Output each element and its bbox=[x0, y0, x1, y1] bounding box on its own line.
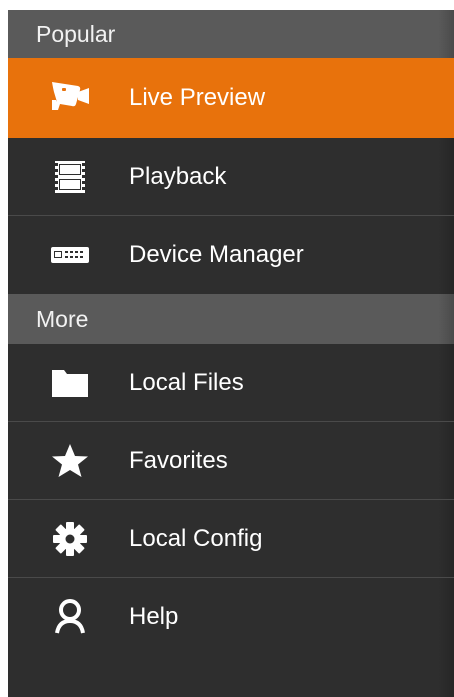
menu-item-help[interactable]: Help bbox=[8, 578, 454, 656]
folder-icon bbox=[48, 361, 92, 405]
section-header-popular: Popular bbox=[8, 10, 454, 58]
menu-item-local-files[interactable]: Local Files bbox=[8, 344, 454, 422]
film-strip-icon bbox=[48, 155, 92, 199]
menu-label: Playback bbox=[129, 162, 227, 190]
menu-item-playback[interactable]: Playback bbox=[8, 138, 454, 216]
gear-icon bbox=[48, 517, 92, 561]
star-icon bbox=[48, 439, 92, 483]
section-header-more: More bbox=[8, 294, 454, 344]
menu-item-local-config[interactable]: Local Config bbox=[8, 500, 454, 578]
side-menu: Popular Live Preview Playback Device Man… bbox=[8, 10, 454, 697]
menu-item-favorites[interactable]: Favorites bbox=[8, 422, 454, 500]
menu-label: Local Config bbox=[129, 524, 263, 552]
menu-label: Help bbox=[129, 603, 179, 630]
menu-label: Device Manager bbox=[129, 241, 304, 268]
menu-label: Local Files bbox=[129, 368, 244, 396]
menu-item-live-preview[interactable]: Live Preview bbox=[8, 58, 454, 138]
menu-label: Live Preview bbox=[129, 84, 266, 111]
dvr-device-icon bbox=[48, 233, 92, 277]
person-icon bbox=[48, 595, 92, 639]
menu-label: Favorites bbox=[129, 446, 228, 474]
camera-icon bbox=[48, 76, 92, 120]
menu-item-device-manager[interactable]: Device Manager bbox=[8, 216, 454, 294]
